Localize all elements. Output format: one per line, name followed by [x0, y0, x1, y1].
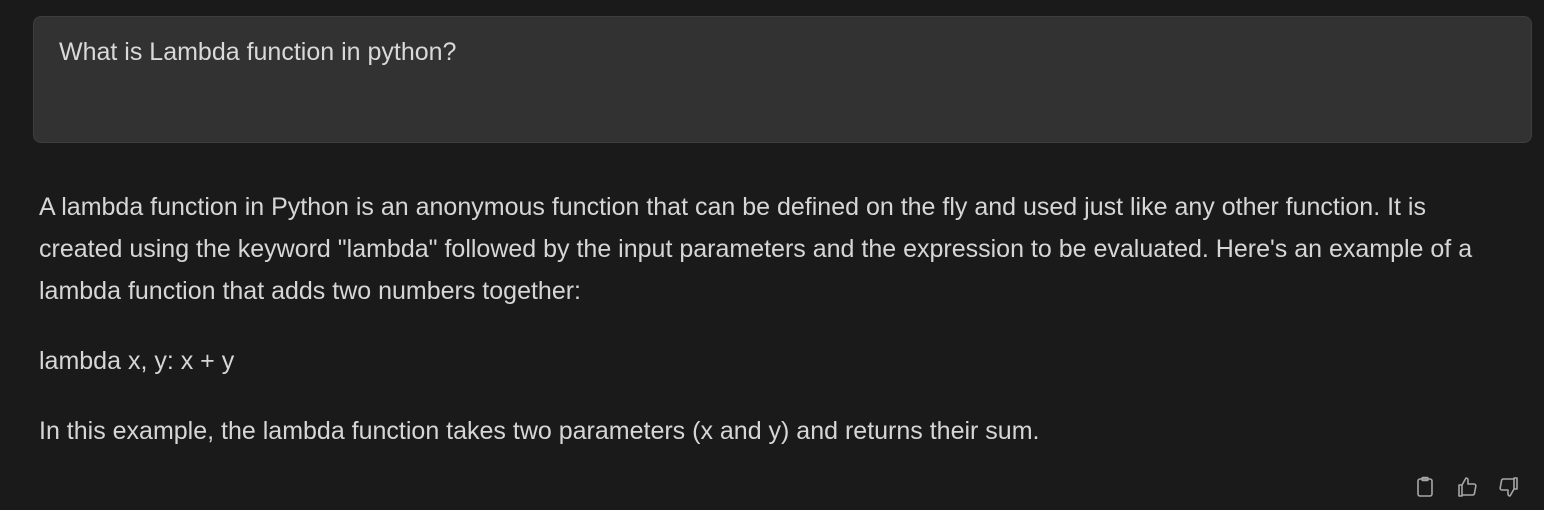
- chat-view: What is Lambda function in python? A lam…: [0, 0, 1544, 510]
- response-paragraph-1: A lambda function in Python is an anonym…: [39, 193, 1473, 305]
- copy-button[interactable]: [1410, 472, 1440, 502]
- thumbs-down-icon: [1499, 477, 1518, 497]
- response-code-line: lambda x, y: x + y: [39, 347, 235, 375]
- user-prompt-text: What is Lambda function in python?: [59, 38, 457, 66]
- thumbs-up-icon: [1458, 477, 1477, 497]
- clipboard-icon: [1417, 476, 1433, 497]
- response-paragraph-2: In this example, the lambda function tak…: [39, 417, 1040, 445]
- assistant-response: A lambda function in Python is an anonym…: [39, 186, 1509, 452]
- thumbs-down-button[interactable]: [1494, 472, 1524, 502]
- thumbs-up-button[interactable]: [1452, 472, 1482, 502]
- response-actions: [1410, 472, 1524, 502]
- user-prompt-box: What is Lambda function in python?: [33, 16, 1532, 143]
